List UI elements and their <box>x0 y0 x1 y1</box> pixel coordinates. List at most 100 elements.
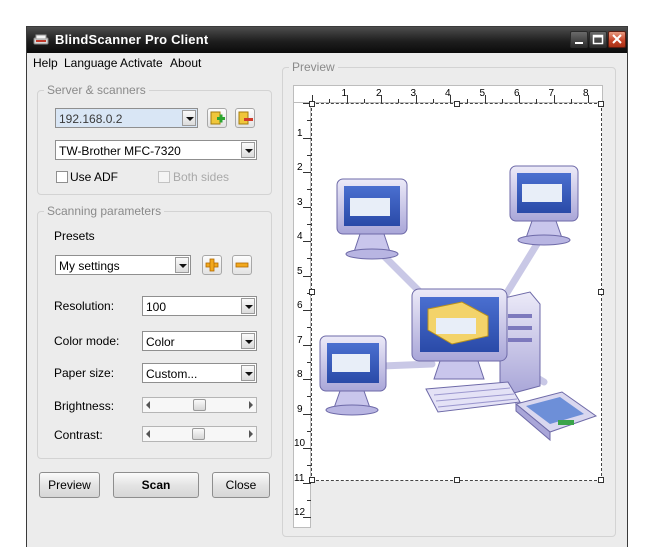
ruler-tick <box>381 95 382 103</box>
menu-about[interactable]: About <box>170 56 201 70</box>
brightness-slider[interactable] <box>142 397 257 413</box>
ruler-label: 8 <box>297 369 303 380</box>
ruler-label: 3 <box>297 196 303 208</box>
ruler-tick <box>303 310 311 311</box>
network-illustration <box>319 165 598 442</box>
ruler-tick <box>303 206 311 208</box>
plus-icon <box>205 258 219 272</box>
close-icon <box>612 34 622 44</box>
selection-handle[interactable] <box>598 477 604 483</box>
contrast-label: Contrast: <box>54 428 103 442</box>
chevron-down-icon[interactable] <box>182 110 196 126</box>
selection-handle[interactable] <box>309 289 315 295</box>
ruler-tick <box>303 517 311 518</box>
menu-language[interactable]: Language <box>64 56 117 70</box>
ruler-tick <box>303 379 311 380</box>
ruler-tick <box>303 172 311 173</box>
title-bar[interactable]: BlindScanner Pro Client <box>27 27 627 53</box>
selection-handle[interactable] <box>454 477 460 483</box>
ruler-tick <box>553 95 555 103</box>
window-title: BlindScanner Pro Client <box>55 32 209 47</box>
minimize-button[interactable] <box>570 31 588 48</box>
flatbed-scanner <box>514 391 598 442</box>
add-preset-button[interactable] <box>202 255 222 275</box>
use-adf-label: Use ADF <box>70 170 119 184</box>
scanner-combo[interactable]: TW-Brother MFC-7320 <box>55 140 257 160</box>
selection-handle[interactable] <box>598 101 604 107</box>
ruler-tick <box>303 241 311 242</box>
left-arrow-icon[interactable] <box>146 401 150 409</box>
contrast-slider[interactable] <box>142 426 257 442</box>
close-button[interactable]: Close <box>212 472 270 498</box>
left-arrow-icon[interactable] <box>146 430 150 438</box>
maximize-icon <box>592 34 604 45</box>
selection-handle[interactable] <box>598 289 604 295</box>
minimize-icon <box>575 42 583 44</box>
ruler-tick <box>415 95 417 103</box>
remove-preset-button[interactable] <box>232 255 252 275</box>
color-mode-combo[interactable]: Color <box>142 331 257 351</box>
brightness-label: Brightness: <box>54 399 115 413</box>
scanner-value: TW-Brother MFC-7320 <box>59 144 181 158</box>
scanning-parameters-title: Scanning parameters <box>44 204 165 218</box>
ruler-label: 1 <box>297 127 303 139</box>
menu-help[interactable]: Help <box>33 56 58 70</box>
ruler-label: 9 <box>297 403 303 415</box>
chevron-down-icon[interactable] <box>175 257 189 273</box>
ruler-label: 4 <box>297 231 303 242</box>
paper-size-value: Custom... <box>146 367 198 381</box>
minus-icon <box>235 262 249 268</box>
use-adf-checkbox[interactable] <box>56 171 68 183</box>
ruler-tick <box>303 448 311 449</box>
both-sides-label: Both sides <box>173 170 230 184</box>
paper-size-label: Paper size: <box>54 366 115 380</box>
chevron-down-icon[interactable] <box>241 333 255 349</box>
ruler-tick <box>303 344 311 346</box>
contrast-slider-thumb[interactable] <box>192 428 206 440</box>
server-address-combo[interactable]: 192.168.0.2 <box>55 108 198 128</box>
preview-button[interactable]: Preview <box>39 472 100 498</box>
ruler-tick <box>303 137 311 139</box>
resolution-combo[interactable]: 100 <box>142 296 257 316</box>
presets-label: Presets <box>54 229 95 243</box>
ruler-tick <box>450 95 451 103</box>
ruler-label: 5 <box>297 265 303 277</box>
ruler-tick <box>303 275 311 277</box>
chevron-down-icon[interactable] <box>241 365 255 381</box>
scan-button[interactable]: Scan <box>113 472 199 498</box>
add-server-button[interactable] <box>207 108 227 128</box>
remove-server-icon <box>238 111 253 125</box>
both-sides-checkbox <box>158 171 170 183</box>
scanner-app-icon <box>33 34 49 45</box>
chevron-down-icon[interactable] <box>241 298 255 314</box>
add-server-icon <box>210 111 225 125</box>
selection-handle[interactable] <box>309 477 315 483</box>
chevron-down-icon[interactable] <box>241 142 255 158</box>
resolution-label: Resolution: <box>54 299 115 313</box>
ruler-tick <box>346 95 348 103</box>
close-window-button[interactable] <box>608 31 626 48</box>
color-mode-value: Color <box>146 335 175 349</box>
scan-area-page[interactable] <box>309 101 604 483</box>
right-arrow-icon[interactable] <box>249 430 253 438</box>
ruler-tick <box>484 95 486 103</box>
right-arrow-icon[interactable] <box>249 401 253 409</box>
remove-server-button[interactable] <box>235 108 255 128</box>
presets-combo[interactable]: My settings <box>55 255 191 275</box>
resolution-value: 100 <box>146 300 167 314</box>
selection-handle[interactable] <box>454 101 460 107</box>
selection-handle[interactable] <box>309 101 315 107</box>
ruler-label: 2 <box>297 162 303 173</box>
maximize-button[interactable] <box>589 31 607 48</box>
monitor-top-left <box>336 178 408 260</box>
monitor-top-right <box>509 165 579 246</box>
presets-value: My settings <box>59 259 120 273</box>
ruler-tick <box>303 413 311 415</box>
horizontal-ruler: 12345678 <box>293 85 603 103</box>
preview-canvas[interactable] <box>309 101 604 527</box>
menu-activate[interactable]: Activate <box>120 56 163 70</box>
ruler-tick <box>519 95 520 103</box>
server-address-value: 192.168.0.2 <box>59 112 123 126</box>
paper-size-combo[interactable]: Custom... <box>142 363 257 383</box>
brightness-slider-thumb[interactable] <box>193 399 206 411</box>
